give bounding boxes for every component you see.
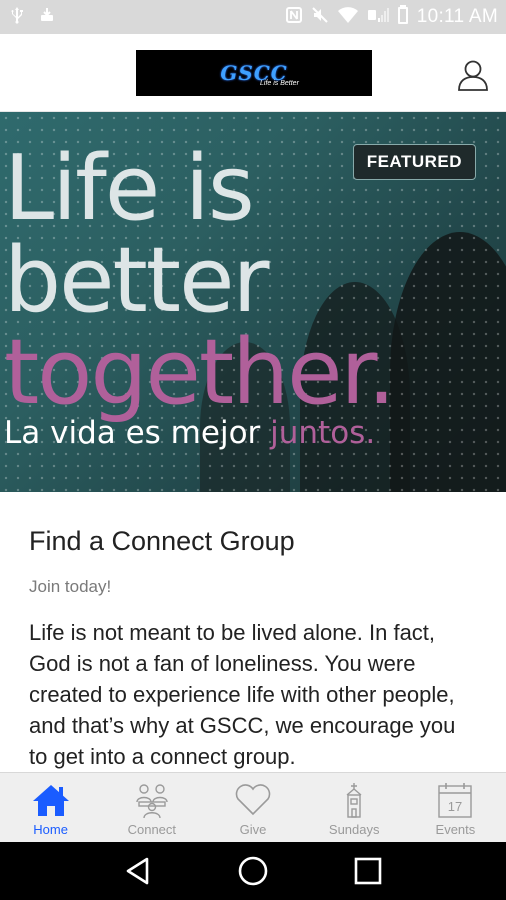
nfc-icon [285, 6, 303, 29]
status-time: 10:11 AM [416, 6, 498, 27]
usb-icon [8, 6, 26, 29]
calendar-icon: 17 [438, 783, 473, 818]
article-content: Find a Connect Group Join today! Life is… [0, 492, 506, 772]
hero-line-4-main: La vida es mejor [4, 415, 271, 451]
tab-sundays-label: Sundays [328, 822, 380, 837]
app-logo[interactable]: GSCC Life is Better [136, 50, 372, 96]
status-bar: 10:11 AM [0, 0, 506, 34]
battery-icon [397, 4, 409, 30]
hero-line-4-accent: juntos. [270, 415, 376, 451]
back-icon[interactable] [121, 854, 155, 888]
signal-icon [367, 6, 389, 29]
article-subtitle: Join today! [29, 577, 112, 596]
hero-line-3: together. [4, 320, 396, 425]
mute-icon [311, 6, 329, 29]
system-nav-bar [0, 842, 506, 900]
home-circle-icon[interactable] [236, 854, 270, 888]
download-icon [38, 6, 56, 29]
hero-line-4: La vida es mejor juntos. [4, 418, 375, 449]
featured-badge: FEATURED [352, 144, 476, 180]
profile-button[interactable] [456, 58, 490, 92]
tab-connect-label: Connect [127, 822, 177, 837]
home-icon [32, 785, 69, 816]
hero-line-1: Life is [4, 136, 255, 241]
logo-tagline: Life is Better [260, 80, 299, 87]
featured-banner[interactable]: Life is better together. La vida es mejo… [0, 112, 506, 492]
status-left-icons [8, 6, 56, 29]
wifi-icon [337, 6, 359, 29]
heart-icon [235, 784, 271, 816]
bottom-tab-bar: Home Connect Give Sundays 17 Events [0, 772, 506, 842]
app-header: GSCC Life is Better [0, 34, 506, 112]
recents-icon[interactable] [351, 854, 385, 888]
tab-sundays[interactable]: Sundays [304, 773, 405, 842]
tab-home-label: Home [33, 822, 68, 837]
article-body: Life is not meant to be lived alone. In … [29, 620, 456, 769]
tab-give[interactable]: Give [202, 773, 303, 842]
article-title: Find a Connect Group [29, 526, 295, 556]
hero-line-2: better [4, 228, 269, 333]
tab-events-label: Events [435, 822, 476, 837]
tab-give-label: Give [239, 822, 267, 837]
people-icon [136, 784, 168, 819]
calendar-day: 17 [448, 799, 462, 814]
tab-connect[interactable]: Connect [101, 773, 202, 842]
tab-events[interactable]: 17 Events [405, 773, 506, 842]
church-icon [346, 783, 362, 818]
tab-home[interactable]: Home [0, 773, 101, 842]
status-right-icons: 10:11 AM [285, 4, 498, 30]
person-icon [458, 60, 488, 91]
